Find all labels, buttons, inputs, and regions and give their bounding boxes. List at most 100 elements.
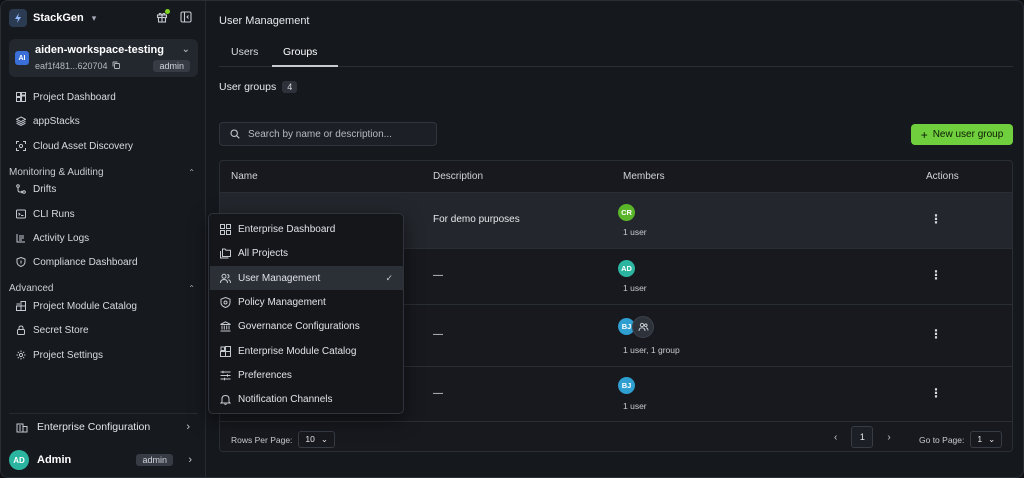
user-groups-heading: User groups 4	[219, 81, 298, 93]
sidebar-item-drifts[interactable]: Drifts	[15, 181, 56, 197]
menu-item-policy-management[interactable]: Policy Management	[210, 290, 403, 314]
go-to-page: Go to Page: 1 ⌄	[919, 431, 1003, 448]
chevron-up-icon[interactable]: ⌃	[188, 168, 195, 177]
sliders-icon	[219, 369, 231, 381]
user-menu[interactable]: AD Admin admin ›	[9, 448, 198, 472]
enterprise-configuration-button[interactable]: Enterprise Configuration ›	[9, 413, 198, 439]
sidebar-item-project-module-catalog[interactable]: Project Module Catalog	[15, 298, 137, 314]
rows-per-page-select[interactable]: 10 ⌄	[298, 431, 336, 448]
menu-item-label: All Projects	[238, 247, 289, 259]
sidebar-item-label: appStacks	[33, 115, 80, 127]
menu-item-governance-configurations[interactable]: Governance Configurations	[210, 314, 403, 338]
menu-item-notification-channels[interactable]: Notification Channels	[210, 387, 403, 411]
sidebar-item-project-dashboard[interactable]: Project Dashboard	[15, 89, 116, 105]
page-title: User Management	[219, 15, 310, 27]
menu-item-label: Enterprise Module Catalog	[238, 345, 357, 357]
search-field[interactable]	[219, 122, 437, 146]
sidebar-item-activity-logs[interactable]: Activity Logs	[15, 230, 89, 246]
sidebar-item-cloud-asset-discovery[interactable]: Cloud Asset Discovery	[15, 138, 133, 154]
workspace-badge: AI	[15, 51, 29, 65]
more-vertical-icon[interactable]: ⋮	[930, 386, 942, 400]
menu-item-enterprise-dashboard[interactable]: Enterprise Dashboard	[210, 217, 403, 241]
chevron-right-icon: ›	[188, 454, 192, 466]
menu-item-user-management[interactable]: User Management ✓	[210, 266, 403, 290]
more-vertical-icon[interactable]: ⋮	[930, 327, 942, 341]
chevron-down-icon: ⌄	[988, 434, 996, 444]
group-avatar	[632, 316, 654, 338]
enterprise-configuration-label: Enterprise Configuration	[37, 420, 151, 433]
column-header-members[interactable]: Members	[623, 161, 665, 192]
sidebar: StackGen ▾ AI aiden-workspace-testing ea…	[1, 1, 206, 477]
chevron-up-icon[interactable]: ⌃	[188, 284, 195, 293]
log-icon	[15, 233, 26, 244]
menu-item-enterprise-module-catalog[interactable]: Enterprise Module Catalog	[210, 339, 403, 363]
column-header-name[interactable]: Name	[231, 161, 258, 192]
grid-icon	[219, 223, 231, 235]
search-input[interactable]	[248, 128, 428, 140]
copy-icon[interactable]	[112, 61, 120, 71]
sidebar-item-project-settings[interactable]: Project Settings	[15, 347, 103, 363]
building-icon	[15, 420, 29, 434]
user-groups-label: User groups	[219, 81, 277, 93]
sidebar-item-label: Drifts	[33, 183, 57, 195]
shield-icon	[15, 257, 26, 268]
column-header-description[interactable]: Description	[433, 161, 483, 192]
sidebar-item-secret-store[interactable]: Secret Store	[15, 322, 89, 338]
sidebar-item-appstacks[interactable]: appStacks	[15, 113, 80, 129]
scan-icon	[15, 141, 26, 152]
menu-item-label: Governance Configurations	[238, 320, 360, 332]
menu-item-preferences[interactable]: Preferences	[210, 363, 403, 387]
collapse-sidebar-icon[interactable]	[179, 10, 193, 24]
table-pagination: Rows Per Page: 10 ⌄ ‹ 1 › Go to Page: 1 …	[220, 421, 1012, 451]
avatar: CR	[618, 204, 635, 221]
menu-item-all-projects[interactable]: All Projects	[210, 241, 403, 265]
sidebar-item-label: CLI Runs	[33, 208, 75, 220]
workspace-switcher[interactable]: AI aiden-workspace-testing eaf1f481...62…	[9, 39, 198, 77]
policy-shield-icon	[219, 296, 231, 308]
go-to-page-select[interactable]: 1 ⌄	[970, 431, 1003, 448]
active-tab-indicator	[272, 65, 338, 67]
avatar: AD	[9, 450, 29, 470]
chevron-down-icon: ⌄	[181, 44, 190, 55]
chevron-down-icon: ▾	[91, 12, 97, 23]
chevron-left-icon[interactable]: ‹	[834, 432, 837, 443]
workspace-role-badge: admin	[153, 60, 190, 72]
go-to-page-value: 1	[977, 434, 983, 444]
menu-item-label: Enterprise Dashboard	[238, 223, 336, 235]
tab-groups[interactable]: Groups	[283, 46, 317, 58]
page-button[interactable]: 1	[851, 426, 874, 448]
search-icon	[228, 127, 242, 141]
users-icon	[638, 322, 648, 332]
bell-icon	[219, 393, 231, 405]
members-count: 1 user	[623, 283, 647, 293]
workspace-id: eaf1f481...620704	[35, 61, 108, 71]
section-advanced-title[interactable]: Advanced	[9, 283, 53, 294]
menu-item-label: Notification Channels	[238, 393, 333, 405]
layers-icon	[15, 116, 26, 127]
chevron-down-icon: ⌄	[320, 434, 329, 444]
row-description: —	[433, 329, 443, 340]
sidebar-item-compliance-dashboard[interactable]: Compliance Dashboard	[15, 254, 138, 270]
brand-name: StackGen	[33, 12, 84, 24]
pager: ‹ 1 ›	[834, 426, 891, 448]
rows-per-page-value: 10	[305, 434, 315, 444]
column-header-actions: Actions	[926, 171, 959, 182]
gift-icon[interactable]	[155, 9, 170, 24]
brand-switcher[interactable]: StackGen ▾	[9, 9, 96, 27]
section-monitoring-title[interactable]: Monitoring & Auditing	[9, 167, 104, 178]
user-groups-count: 4	[282, 81, 298, 93]
users-icon	[219, 272, 231, 284]
members-count: 1 user	[623, 401, 647, 411]
bank-icon	[219, 320, 231, 332]
more-vertical-icon[interactable]: ⋮	[930, 268, 942, 282]
tab-users[interactable]: Users	[231, 46, 258, 58]
gear-icon	[15, 350, 26, 361]
chevron-right-icon[interactable]: ›	[887, 432, 890, 443]
drift-icon	[15, 184, 26, 195]
more-vertical-icon[interactable]: ⋮	[930, 212, 942, 226]
sidebar-item-label: Secret Store	[33, 324, 89, 336]
check-icon: ✓	[385, 272, 393, 283]
sidebar-item-cli-runs[interactable]: CLI Runs	[15, 206, 75, 222]
new-user-group-button[interactable]: + New user group	[911, 124, 1013, 145]
row-description: For demo purposes	[433, 214, 520, 225]
